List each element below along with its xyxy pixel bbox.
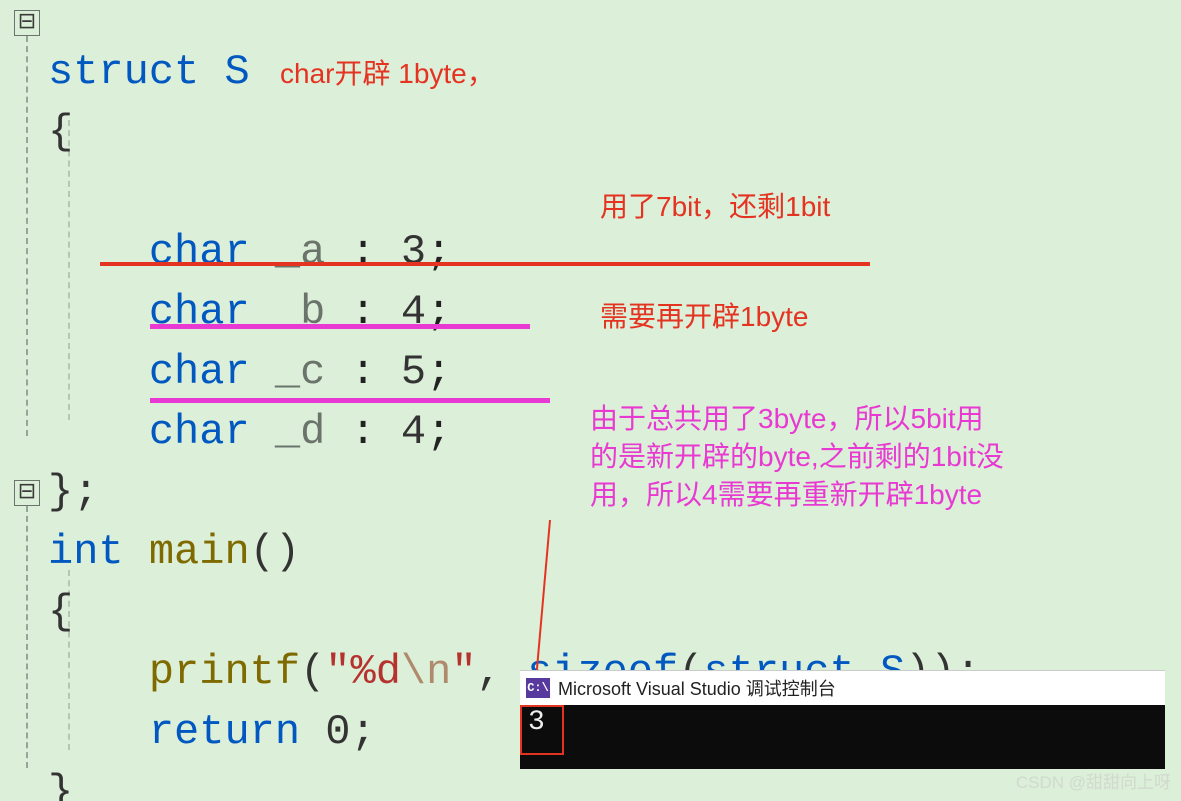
console-titlebar: C:\ Microsoft Visual Studio 调试控制台 <box>520 671 1165 705</box>
annotation-4-line: 的是新开辟的byte,之前剩的1bit没 <box>590 438 1004 476</box>
keyword-char: char <box>149 228 250 276</box>
gutter-guide <box>26 506 28 768</box>
annotation-4: 由于总共用了3byte，所以5bit用 的是新开辟的byte,之前剩的1bit没… <box>590 400 1004 514</box>
underline-red <box>100 262 870 266</box>
fold-struct-icon[interactable]: ⊟ <box>14 10 40 36</box>
annotation-3: 需要再开辟1byte <box>600 295 809 335</box>
keyword-struct: struct <box>48 48 199 96</box>
annotation-2: 用了7bit，还剩1bit <box>600 185 830 225</box>
brace-close: } <box>48 768 73 801</box>
console-title-text: Microsoft Visual Studio 调试控制台 <box>558 675 836 701</box>
console-window: C:\ Microsoft Visual Studio 调试控制台 3 <box>520 670 1165 769</box>
keyword-char: char <box>149 408 250 456</box>
bits-c: 5 <box>401 348 426 396</box>
func-printf: printf <box>149 648 300 696</box>
field-a: _a <box>275 228 325 276</box>
parens: () <box>250 528 300 576</box>
keyword-return: return <box>149 708 300 756</box>
bits-a: 3 <box>401 228 426 276</box>
escape-seq: \n <box>401 648 451 696</box>
brace-open: { <box>48 588 73 636</box>
gutter-guide <box>26 36 28 436</box>
format-str: "%d <box>325 648 401 696</box>
annotation-1: char开辟 1byte， <box>280 52 495 92</box>
screenshot-canvas: ⊟ ⊟ struct S { char _a : 3; char _b : 4;… <box>0 0 1181 801</box>
console-output: 3 <box>528 707 545 738</box>
underline-magenta-1 <box>150 324 530 329</box>
watermark: CSDN @甜甜向上呀 <box>1016 768 1171 793</box>
keyword-int: int <box>48 528 124 576</box>
annotation-4-line: 用，所以4需要再重新开辟1byte <box>590 476 1004 514</box>
console-body: 3 <box>520 705 1165 769</box>
field-c: _c <box>275 348 325 396</box>
brace-open: { <box>48 108 73 156</box>
annotation-4-line: 由于总共用了3byte，所以5bit用 <box>590 400 1004 438</box>
brace-close-semi: }; <box>48 468 98 516</box>
bits-d: 4 <box>401 408 426 456</box>
field-d: _d <box>275 408 325 456</box>
console-icon: C:\ <box>526 678 550 698</box>
fold-main-icon[interactable]: ⊟ <box>14 480 40 506</box>
func-main: main <box>149 528 250 576</box>
type-name: S <box>224 48 249 96</box>
keyword-char: char <box>149 348 250 396</box>
underline-magenta-2 <box>150 398 550 403</box>
